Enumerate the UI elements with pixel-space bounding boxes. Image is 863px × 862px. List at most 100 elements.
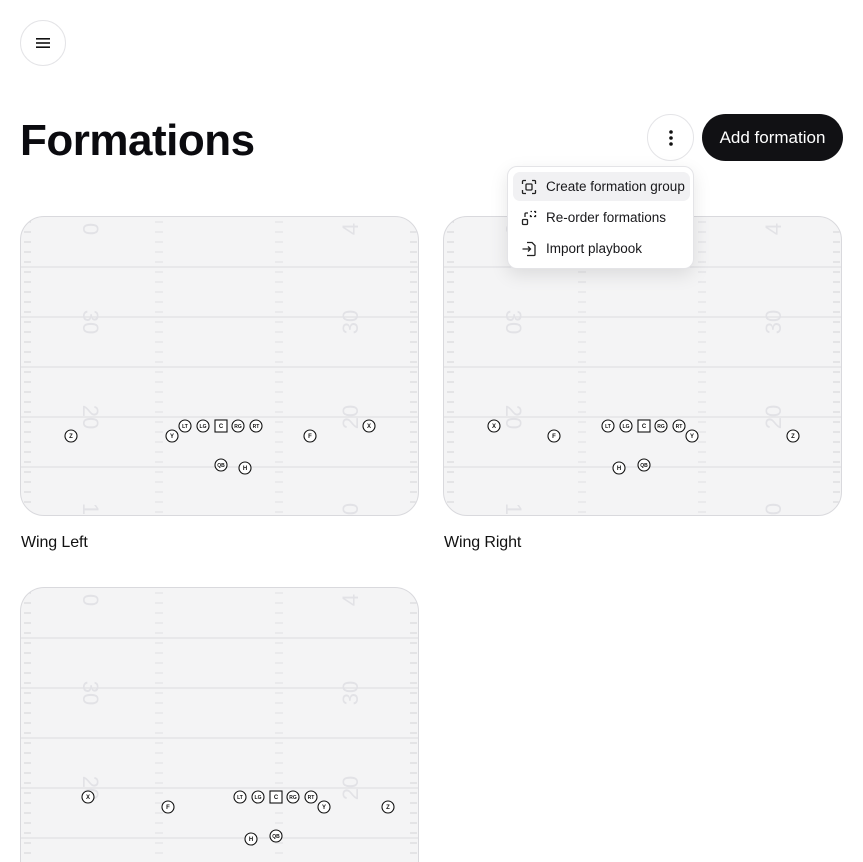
player-marker-h: H xyxy=(612,461,626,475)
svg-text:X: X xyxy=(367,424,371,430)
svg-text:C: C xyxy=(642,424,647,430)
vertical-dots-icon xyxy=(668,129,673,146)
yard-number: 30 xyxy=(501,310,526,334)
player-marker-rt: RT xyxy=(249,419,263,433)
yard-number: 0 xyxy=(761,503,786,515)
yard-number: 30 xyxy=(78,310,103,334)
player-marker-qb: QB xyxy=(637,458,651,472)
player-marker-rt: RT xyxy=(304,790,318,804)
svg-text:F: F xyxy=(308,434,312,440)
yard-number: 30 xyxy=(338,310,363,334)
svg-text:H: H xyxy=(617,466,621,472)
formation-name[interactable]: Wing Left xyxy=(21,534,88,552)
svg-text:H: H xyxy=(249,837,253,843)
reorder-icon xyxy=(521,210,537,226)
svg-text:QB: QB xyxy=(272,834,280,840)
yard-number: 30 xyxy=(761,310,786,334)
menu-item-reorder-formations[interactable]: Re-order formations xyxy=(513,203,690,232)
player-marker-lg: LG xyxy=(251,790,265,804)
svg-text:RG: RG xyxy=(234,424,242,430)
yard-number: 20 xyxy=(761,405,786,429)
player-marker-rt: RT xyxy=(672,419,686,433)
player-marker-lt: LT xyxy=(233,790,247,804)
svg-text:Y: Y xyxy=(170,434,174,440)
field-diagram: 030201430200XFLTLGCRGRTYZHQB xyxy=(21,592,418,854)
import-icon xyxy=(521,241,537,257)
player-marker-f: F xyxy=(161,800,175,814)
yard-number: 20 xyxy=(501,405,526,429)
svg-text:RT: RT xyxy=(308,795,315,801)
yard-number: 1 xyxy=(78,503,103,515)
yard-number: 1 xyxy=(501,503,526,515)
svg-text:C: C xyxy=(219,424,224,430)
group-icon xyxy=(521,179,537,195)
svg-text:Z: Z xyxy=(69,434,73,440)
yard-number: 0 xyxy=(78,594,103,606)
svg-text:Z: Z xyxy=(791,434,795,440)
player-marker-qb: QB xyxy=(269,829,283,843)
menu-item-label: Re-order formations xyxy=(546,210,667,225)
hamburger-menu-button[interactable] xyxy=(20,20,66,66)
player-marker-c: C xyxy=(269,790,283,804)
player-marker-c: C xyxy=(214,419,228,433)
yard-number: 4 xyxy=(761,223,786,235)
player-marker-f: F xyxy=(547,429,561,443)
player-marker-x: X xyxy=(487,419,501,433)
svg-text:H: H xyxy=(243,466,247,472)
menu-item-import-playbook[interactable]: Import playbook xyxy=(513,234,690,263)
menu-item-create-formation-group[interactable]: Create formation group xyxy=(513,172,690,201)
svg-text:LT: LT xyxy=(182,424,188,430)
player-marker-x: X xyxy=(81,790,95,804)
player-marker-y: Y xyxy=(317,800,331,814)
player-marker-c: C xyxy=(637,419,651,433)
svg-text:LT: LT xyxy=(605,424,611,430)
svg-text:QB: QB xyxy=(217,463,225,469)
yard-number: 30 xyxy=(78,681,103,705)
player-marker-z: Z xyxy=(381,800,395,814)
svg-text:Z: Z xyxy=(386,805,390,811)
svg-text:X: X xyxy=(86,795,90,801)
svg-text:X: X xyxy=(492,424,496,430)
svg-text:LG: LG xyxy=(200,424,207,430)
player-marker-lt: LT xyxy=(178,419,192,433)
svg-text:RG: RG xyxy=(289,795,297,801)
svg-text:LT: LT xyxy=(237,795,243,801)
yard-number: 30 xyxy=(338,681,363,705)
player-marker-f: F xyxy=(303,429,317,443)
svg-text:Y: Y xyxy=(690,434,694,440)
player-marker-h: H xyxy=(244,832,258,846)
player-marker-lg: LG xyxy=(196,419,210,433)
add-formation-button[interactable]: Add formation xyxy=(702,114,843,161)
svg-text:QB: QB xyxy=(640,463,648,469)
player-marker-rg: RG xyxy=(654,419,668,433)
formation-name[interactable]: Wing Right xyxy=(444,534,521,552)
player-marker-z: Z xyxy=(786,429,800,443)
player-marker-y: Y xyxy=(685,429,699,443)
svg-text:LG: LG xyxy=(255,795,262,801)
yard-number: 4 xyxy=(338,594,363,606)
player-marker-lg: LG xyxy=(619,419,633,433)
svg-text:RT: RT xyxy=(676,424,683,430)
menu-item-label: Import playbook xyxy=(546,241,643,256)
svg-text:RG: RG xyxy=(657,424,665,430)
svg-text:F: F xyxy=(552,434,556,440)
player-marker-h: H xyxy=(238,461,252,475)
player-marker-y: Y xyxy=(165,429,179,443)
yard-number: 20 xyxy=(338,776,363,800)
formation-card-wing-left[interactable]: 0 30 20 1 4 30 20 0 Z Y LT LG C RG RT F X QB H xyxy=(20,216,419,516)
svg-text:F: F xyxy=(166,805,170,811)
more-options-button[interactable] xyxy=(647,114,694,161)
yard-number: 0 xyxy=(338,503,363,515)
yard-number: 0 xyxy=(78,223,103,235)
page-title: Formations xyxy=(20,116,255,165)
svg-text:LG: LG xyxy=(623,424,630,430)
hamburger-icon xyxy=(36,38,50,48)
player-marker-qb: QB xyxy=(214,458,228,472)
player-marker-lt: LT xyxy=(601,419,615,433)
svg-text:Y: Y xyxy=(322,805,326,811)
yard-number: 20 xyxy=(338,405,363,429)
formation-card-third[interactable]: 030201430200XFLTLGCRGRTYZHQB xyxy=(20,587,419,862)
player-marker-x: X xyxy=(362,419,376,433)
yard-number: 4 xyxy=(338,223,363,235)
menu-item-label: Create formation group xyxy=(546,179,685,194)
